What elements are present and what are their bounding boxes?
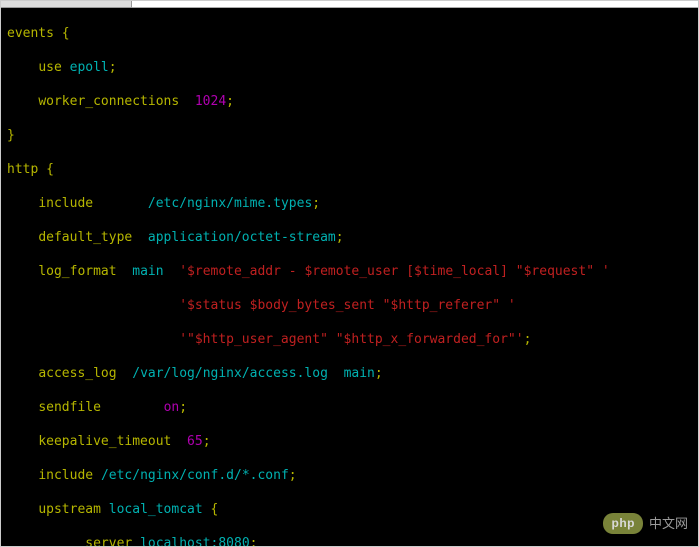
watermark-badge: php (603, 513, 643, 534)
kw-use: use (38, 60, 61, 75)
tab-bar (1, 1, 698, 8)
val-main: main (132, 264, 163, 279)
brace: } (7, 128, 15, 143)
val-sendfile: on (164, 400, 180, 415)
kw-worker-conn: worker_connections (38, 94, 179, 109)
brace: { (46, 162, 54, 177)
kw-log-format: log_format (38, 264, 116, 279)
semi: ; (226, 94, 234, 109)
upstream-name: local_tomcat (109, 502, 203, 517)
watermark: php 中文网 (603, 513, 688, 534)
brace: { (211, 502, 219, 517)
brace: { (62, 26, 70, 41)
kw-events: events (7, 26, 54, 41)
str-log1: '$remote_addr - $remote_user [$time_loca… (179, 264, 609, 279)
fmt-main: main (344, 366, 375, 381)
semi: ; (289, 468, 297, 483)
kw-include: include (38, 468, 93, 483)
val-epoll: epoll (70, 60, 109, 75)
watermark-text: 中文网 (649, 515, 688, 532)
semi: ; (336, 230, 344, 245)
kw-server: server (85, 536, 132, 546)
str-log3: '"$http_user_agent" "$http_x_forwarded_f… (179, 332, 523, 347)
semi: ; (375, 366, 383, 381)
str-log2: '$status $body_bytes_sent "$http_referer… (179, 298, 516, 313)
kw-include: include (38, 196, 93, 211)
val-worker-conn: 1024 (195, 94, 226, 109)
upstream-s1: localhost:8080 (140, 536, 250, 546)
file-tab[interactable] (1, 1, 132, 8)
semi: ; (109, 60, 117, 75)
kw-access-log: access_log (38, 366, 116, 381)
semi: ; (203, 434, 211, 449)
code-editor[interactable]: events { use epoll; worker_connections 1… (1, 8, 698, 546)
semi: ; (179, 400, 187, 415)
val-keepalive: 65 (187, 434, 203, 449)
kw-http: http (7, 162, 38, 177)
path-access-log: /var/log/nginx/access.log (132, 366, 328, 381)
path-confd: /etc/nginx/conf.d/*.conf (101, 468, 289, 483)
kw-sendfile: sendfile (38, 400, 101, 415)
semi: ; (524, 332, 532, 347)
kw-default-type: default_type (38, 230, 132, 245)
semi: ; (250, 536, 258, 546)
val-default-type: application/octet-stream (148, 230, 336, 245)
path-mime: /etc/nginx/mime.types (148, 196, 312, 211)
kw-upstream: upstream (38, 502, 101, 517)
kw-keepalive: keepalive_timeout (38, 434, 171, 449)
editor-window: events { use epoll; worker_connections 1… (0, 0, 699, 547)
semi: ; (312, 196, 320, 211)
